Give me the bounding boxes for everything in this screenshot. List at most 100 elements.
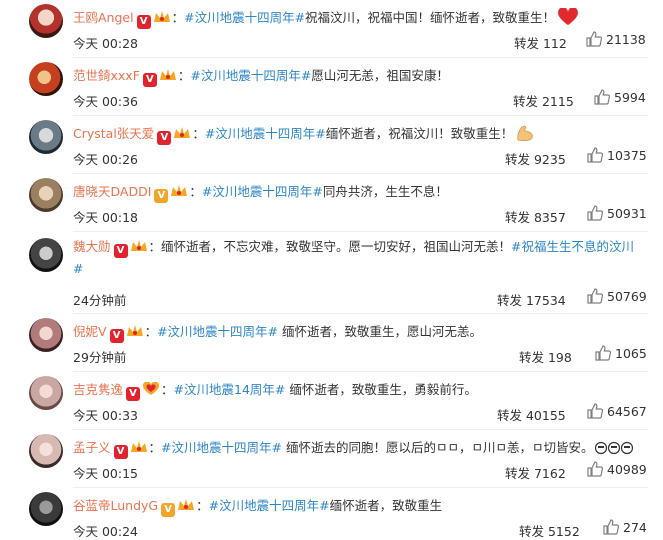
avatar[interactable]: [29, 376, 63, 410]
comment-text-line: 孟子义 V ：#汶川地震十四周年# 缅怀逝去的同胞！愿以后的ㅁㅁ，ㅁ川ㅁ恙，ㅁ切皆安…: [73, 438, 653, 459]
comment-text-line: 倪妮V V ：#汶川地震十四周年# 缅怀逝者，致敬重生，愿山河无恙。: [73, 324, 483, 343]
thumbs-up-icon: [586, 31, 603, 47]
comment-item: 魏大勋 V ：缅怀逝者，不忘灾难，致敬坚守。愿一切安好，祖国山河无恙！#祝福生生不息…: [0, 232, 663, 314]
user-name-link[interactable]: 倪妮V: [73, 324, 107, 339]
comment-text: ：缅怀逝者，不忘灾难，致敬坚守。愿一切安好，祖国山河无恙！: [148, 239, 512, 254]
crown-badge-icon: [130, 240, 147, 251]
crown-badge-icon: [174, 127, 191, 138]
thumbs-up-icon: [594, 89, 611, 105]
like-count: 10375: [607, 148, 647, 163]
like-count: 50931: [607, 206, 647, 221]
comment-time: 今天 00:26: [73, 152, 138, 167]
avatar[interactable]: [29, 238, 63, 272]
like-count: 64567: [607, 404, 647, 419]
thumbs-up-icon: [587, 403, 604, 419]
comment-text: 祝福汶川，祝福中国！缅怀逝者，致敬重生！: [305, 10, 556, 25]
like-button[interactable]: 5994: [594, 89, 646, 105]
comment-item: 范世錡xxxF V ：#汶川地震十四周年#愿山河无恙，祖国安康！ 今天 00:36 …: [0, 58, 663, 116]
comment-text: 缅怀逝者，致敬重生，勇毅前行。: [285, 382, 477, 397]
repost-button[interactable]: 转发 9235: [505, 149, 566, 168]
comment-time: 29分钟前: [73, 350, 127, 365]
crown-badge-icon: [178, 499, 195, 510]
comment-item: 孟子义 V ：#汶川地震十四周年# 缅怀逝去的同胞！愿以后的ㅁㅁ，ㅁ川ㅁ恙，ㅁ切皆安…: [0, 430, 663, 488]
user-name-link[interactable]: 范世錡xxxF: [73, 68, 140, 83]
avatar[interactable]: [29, 62, 63, 96]
topic-link[interactable]: #汶川地震十四周年#: [157, 324, 278, 339]
comment-time: 今天 00:28: [73, 36, 138, 51]
verified-v-icon: V: [109, 329, 124, 343]
like-button[interactable]: 50931: [587, 205, 647, 221]
avatar[interactable]: [29, 492, 63, 526]
like-button[interactable]: 1065: [595, 345, 647, 361]
repost-button[interactable]: 转发 5152: [519, 521, 580, 540]
like-count: 40989: [607, 462, 647, 477]
like-button[interactable]: 40989: [587, 461, 647, 477]
avatar[interactable]: [29, 318, 63, 352]
like-button[interactable]: 50769: [587, 288, 647, 304]
comment-text: 缅怀逝去的同胞！愿以后的ㅁㅁ，ㅁ川ㅁ恙，ㅁ切皆安。: [281, 440, 594, 455]
comment-text-line: 吉克隽逸 V ：#汶川地震14周年# 缅怀逝者，致敬重生，勇毅前行。: [73, 382, 477, 401]
like-count: 274: [623, 520, 647, 535]
comment-time: 24分钟前: [73, 293, 127, 308]
like-count: 1065: [615, 346, 647, 361]
pray-icon: [595, 441, 634, 455]
crown-badge-icon: [159, 69, 176, 80]
topic-link[interactable]: #汶川地震十四周年#: [190, 68, 311, 83]
topic-link[interactable]: #汶川地震十四周年#: [205, 126, 326, 141]
thumbs-up-icon: [587, 288, 604, 304]
user-name-link[interactable]: 唐晓天DADDI: [73, 184, 151, 199]
avatar[interactable]: [29, 4, 63, 38]
topic-link[interactable]: #汶川地震十四周年#: [184, 10, 305, 25]
comment-text: 缅怀逝者，祝福汶川！致敬重生！: [325, 126, 514, 141]
repost-button[interactable]: 转发 7162: [505, 463, 566, 482]
repost-button[interactable]: 转发 198: [519, 347, 572, 366]
thumbs-up-icon: [603, 519, 620, 535]
comment-time: 今天 00:24: [73, 524, 138, 539]
like-button[interactable]: 64567: [587, 403, 647, 419]
verified-v-icon: V: [154, 189, 169, 203]
crown-badge-icon: [130, 441, 147, 452]
topic-link[interactable]: #汶川地震十四周年#: [202, 184, 323, 199]
user-name-link[interactable]: 魏大勋: [73, 239, 111, 254]
comment-item: 王鸥Angel V ：#汶川地震十四周年#祝福汶川，祝福中国！缅怀逝者，致敬重生！ …: [0, 0, 663, 58]
thumbs-up-icon: [595, 345, 612, 361]
comment-feed: 王鸥Angel V ：#汶川地震十四周年#祝福汶川，祝福中国！缅怀逝者，致敬重生！ …: [0, 0, 663, 539]
user-name-link[interactable]: 谷蓝帝LundyG: [73, 498, 158, 513]
verified-v-icon: V: [126, 387, 141, 401]
like-button[interactable]: 274: [603, 519, 647, 535]
crown-badge-icon: [171, 185, 188, 196]
comment-text: 同舟共济，生生不息！: [322, 184, 448, 199]
like-count: 5994: [614, 90, 646, 105]
repost-button[interactable]: 转发 112: [514, 33, 567, 52]
user-name-link[interactable]: 孟子义: [73, 440, 111, 455]
avatar[interactable]: [29, 178, 63, 212]
topic-link[interactable]: #汶川地震14周年#: [174, 382, 286, 397]
user-name-link[interactable]: 吉克隽逸: [73, 382, 123, 397]
repost-button[interactable]: 转发 2115: [513, 91, 574, 110]
muscle-icon: [517, 125, 534, 141]
crown-badge-icon: [126, 325, 143, 336]
repost-button[interactable]: 转发 17534: [497, 290, 566, 309]
comment-text-line: 王鸥Angel V ：#汶川地震十四周年#祝福汶川，祝福中国！缅怀逝者，致敬重生！: [73, 8, 653, 29]
comment-text: 愿山河无恙，祖国安康！: [311, 68, 449, 83]
repost-button[interactable]: 转发 40155: [497, 405, 566, 424]
comment-text-line: 谷蓝帝LundyG V ：#汶川地震十四周年#缅怀逝者，致敬重生: [73, 498, 443, 517]
topic-link[interactable]: #汶川地震十四周年#: [161, 440, 282, 455]
comment-text-line: 唐晓天DADDI V ：#汶川地震十四周年#同舟共济，生生不息！: [73, 184, 448, 203]
verified-v-icon: V: [113, 244, 128, 258]
thumbs-up-icon: [587, 205, 604, 221]
user-name-link[interactable]: Crystal张天爱: [73, 126, 154, 141]
comment-time: 今天 00:18: [73, 210, 138, 225]
topic-link[interactable]: #汶川地震十四周年#: [209, 498, 330, 513]
like-button[interactable]: 21138: [586, 31, 646, 47]
comment-text-line: 范世錡xxxF V ：#汶川地震十四周年#愿山河无恙，祖国安康！: [73, 68, 449, 87]
avatar[interactable]: [29, 434, 63, 468]
user-name-link[interactable]: 王鸥Angel: [73, 10, 134, 25]
avatar[interactable]: [29, 120, 63, 154]
comment-item: 吉克隽逸 V ：#汶川地震14周年# 缅怀逝者，致敬重生，勇毅前行。 今天 00:3…: [0, 372, 663, 430]
comment-time: 今天 00:36: [73, 94, 138, 109]
like-button[interactable]: 10375: [587, 147, 647, 163]
comment-text: 缅怀逝者，致敬重生，愿山河无恙。: [278, 324, 483, 339]
repost-button[interactable]: 转发 8357: [505, 207, 566, 226]
comment-time: 今天 00:15: [73, 466, 138, 481]
